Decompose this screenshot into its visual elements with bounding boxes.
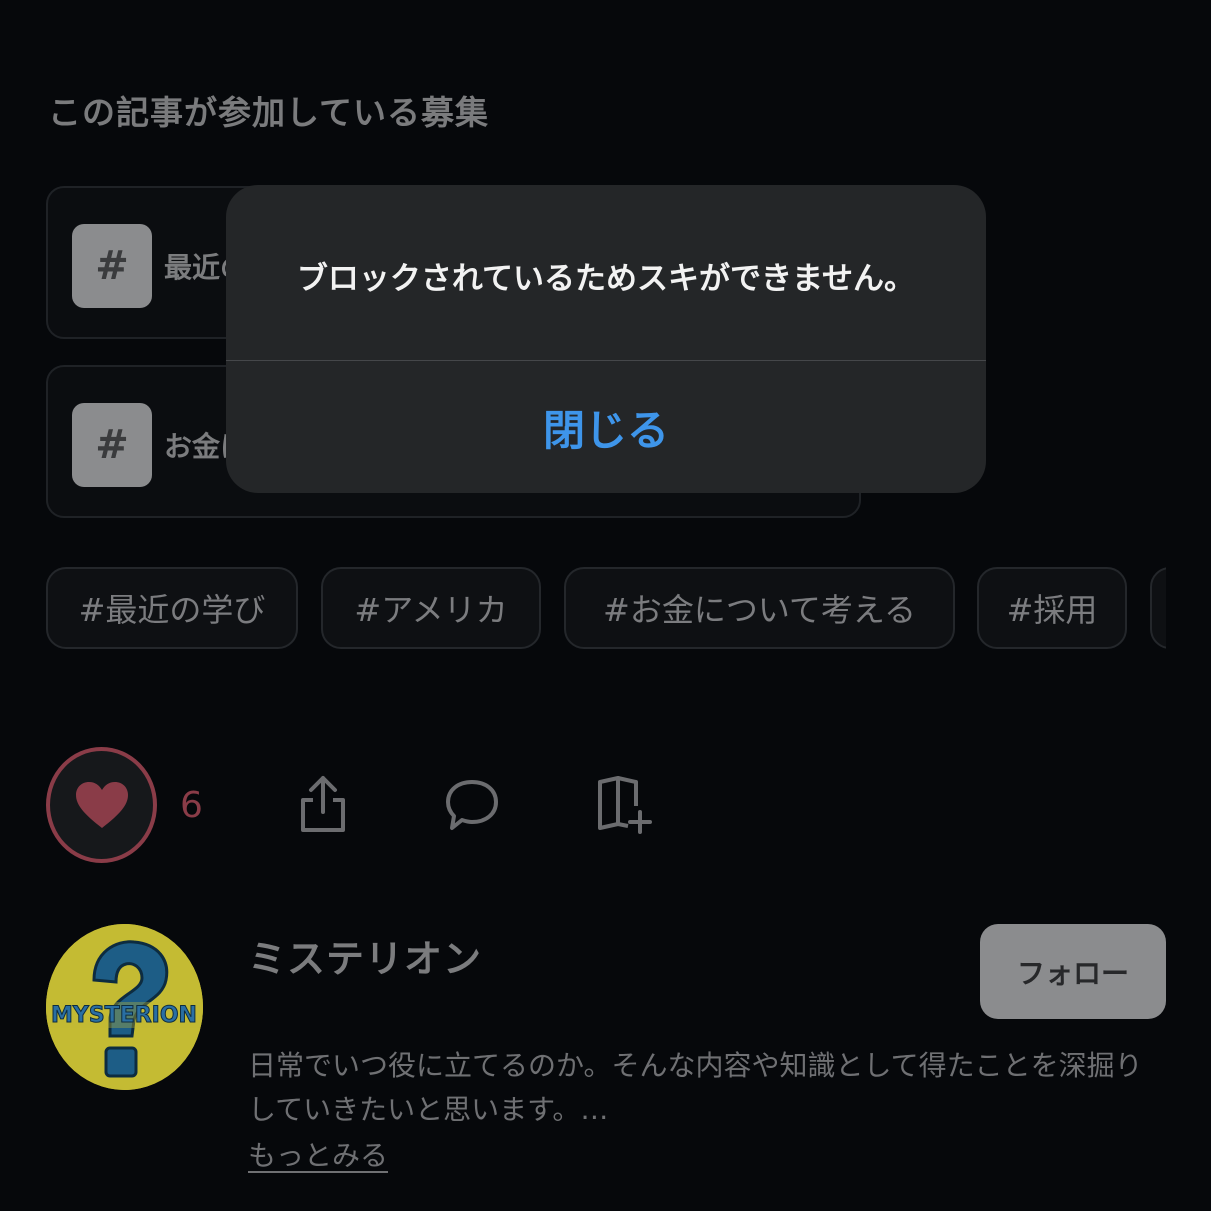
follow-button[interactable]: フォロー (980, 924, 1166, 1019)
section-title: この記事が参加している募集 (48, 93, 490, 132)
mysterion-logo: MYSTERION (46, 924, 203, 1090)
tag-list: #最近の学び #アメリカ #お金について考える #採用 (46, 567, 1166, 651)
comment-icon[interactable] (440, 772, 504, 836)
dialog-message: ブロックされているためスキができません。 (296, 261, 916, 297)
like-count: 6 (180, 785, 203, 826)
tag-chip-partial[interactable] (1150, 567, 1166, 649)
magazine-add-icon[interactable] (592, 772, 656, 836)
like-button[interactable] (46, 747, 157, 863)
author-bio: 日常でいつ役に立てるのか。そんな内容や知識として得たことを深掘りしていきたいと思… (248, 1049, 1143, 1126)
tag-chip[interactable]: #最近の学び (46, 567, 298, 649)
tag-chip[interactable]: #アメリカ (321, 567, 541, 649)
share-icon[interactable] (291, 772, 355, 836)
tag-chip[interactable]: #採用 (977, 567, 1127, 649)
svg-text:MYSTERION: MYSTERION (51, 1003, 197, 1028)
hashtag-icon: # (72, 403, 152, 487)
tag-chip[interactable]: #お金について考える (564, 567, 955, 649)
read-more-link[interactable]: もっとみる (248, 1134, 388, 1174)
close-button[interactable]: 閉じる (226, 361, 986, 493)
author-name[interactable]: ミステリオン (248, 928, 482, 983)
hashtag-icon: # (72, 224, 152, 308)
heart-icon (75, 782, 128, 828)
alert-dialog: ブロックされているためスキができません。 閉じる (226, 185, 986, 493)
avatar[interactable]: MYSTERION (46, 924, 203, 1090)
